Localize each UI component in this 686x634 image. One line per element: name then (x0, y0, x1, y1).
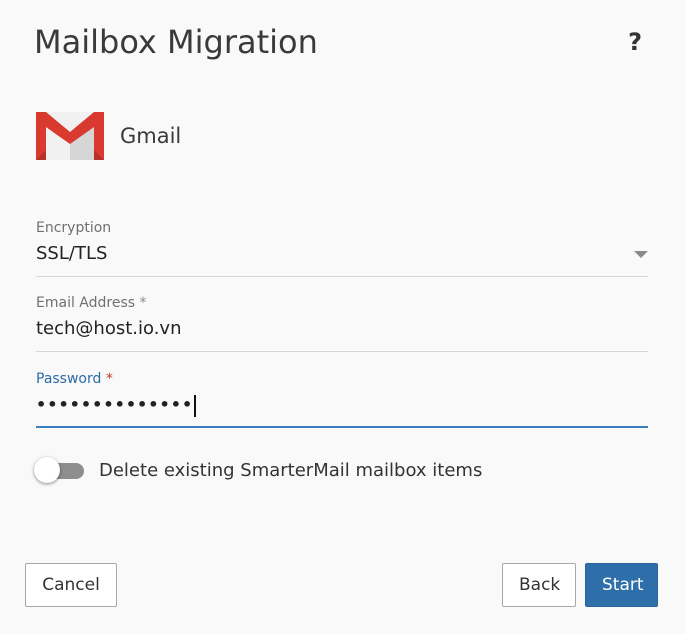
help-icon[interactable]: ? (628, 26, 642, 58)
start-button[interactable]: Start (585, 563, 658, 607)
required-mark: * (139, 295, 147, 311)
encryption-select[interactable]: Encryption SSL/TLS (36, 219, 648, 277)
provider-row: Gmail (36, 110, 181, 162)
email-field[interactable]: Email Address * tech@host.io.vn (36, 294, 648, 352)
gmail-logo-icon (36, 110, 104, 162)
password-field[interactable]: Password * •••••••••••••• (36, 370, 648, 428)
email-input[interactable]: tech@host.io.vn (36, 316, 648, 352)
chevron-down-icon[interactable] (634, 251, 648, 258)
text-caret (194, 394, 197, 417)
cancel-button[interactable]: Cancel (25, 563, 117, 607)
email-label: Email Address * (36, 294, 648, 312)
dialog-title: Mailbox Migration (34, 23, 318, 61)
delete-items-toggle[interactable] (34, 455, 86, 485)
password-label: Password * (36, 370, 648, 388)
mailbox-migration-dialog: Mailbox Migration ? Gmail Encryption SSL… (0, 0, 686, 634)
encryption-value[interactable]: SSL/TLS (36, 241, 648, 277)
password-input[interactable]: •••••••••••••• (36, 392, 648, 428)
delete-items-toggle-row: Delete existing SmarterMail mailbox item… (34, 455, 482, 485)
toggle-knob (34, 457, 60, 483)
provider-name: Gmail (120, 124, 182, 148)
password-dots: •••••••••••••• (36, 395, 194, 414)
password-label-text: Password (36, 371, 102, 387)
encryption-label: Encryption (36, 220, 112, 236)
email-label-text: Email Address (36, 295, 136, 311)
required-mark: * (105, 371, 113, 387)
back-button[interactable]: Back (502, 563, 576, 607)
delete-items-label: Delete existing SmarterMail mailbox item… (99, 459, 483, 481)
